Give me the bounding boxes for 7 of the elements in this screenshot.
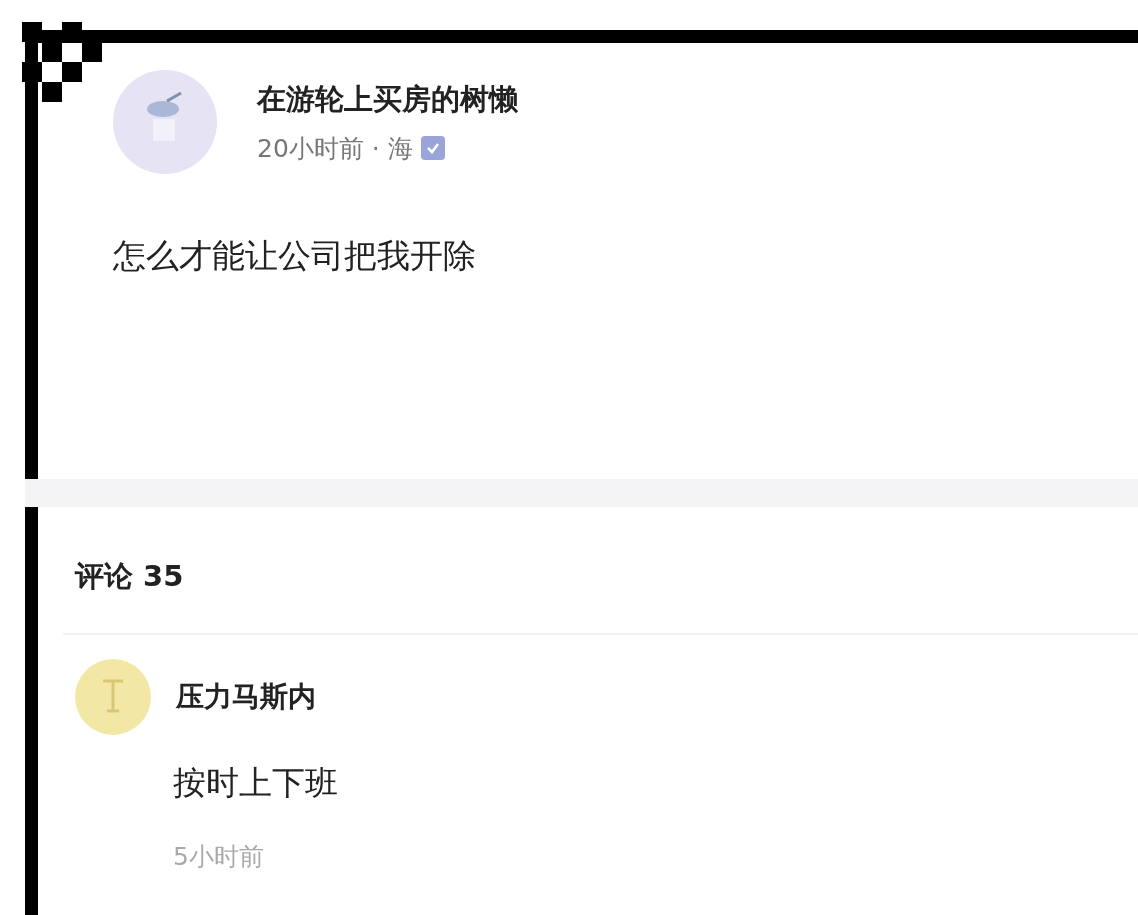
author-name[interactable]: 在游轮上买房的树懒 [257, 79, 518, 120]
post-text: 怎么才能让公司把我开除 [113, 236, 476, 275]
post-meta: 20小时前 · 海 [257, 132, 413, 165]
comment-text: 按时上下班 [173, 762, 339, 804]
comments-heading: 评论 35 [75, 558, 185, 595]
comment-time: 5小时前 [173, 841, 265, 873]
commenter-name[interactable]: 压力马斯内 [176, 678, 316, 716]
